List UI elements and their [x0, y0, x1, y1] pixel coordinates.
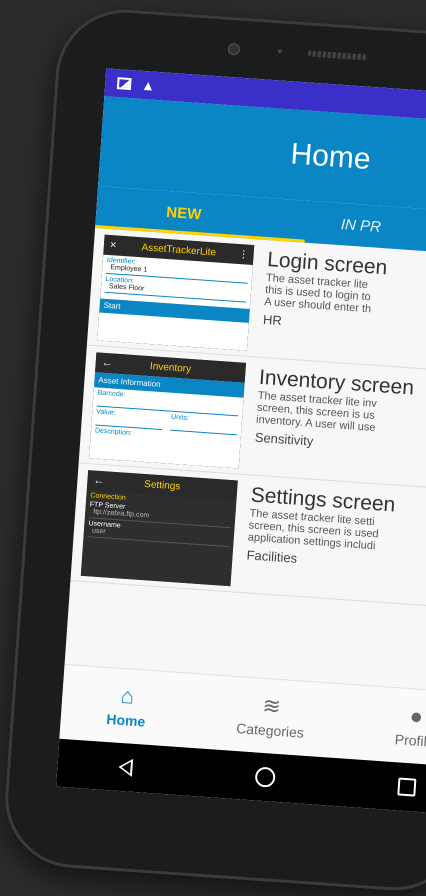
- home-button-icon[interactable]: [254, 766, 276, 788]
- home-icon: ⌂: [120, 682, 136, 709]
- thumbnail-start-button: Start: [99, 298, 250, 323]
- list-item[interactable]: ← Settings Connection FTP Server ftp://z…: [70, 463, 426, 611]
- thumbnail-body: Connection FTP Server ftp://zebra.ftp.co…: [80, 490, 237, 587]
- item-info: Inventory screen The asset tracker lite …: [238, 363, 415, 486]
- thumbnail-title: Settings: [143, 478, 181, 493]
- login-screen-thumbnail: × AssetTrackerLite ⋮ Identifier: Employe…: [97, 234, 255, 351]
- back-arrow-icon: ←: [101, 356, 114, 370]
- nav-home[interactable]: ⌂ Home: [106, 683, 148, 730]
- thumbnail-body: Asset Information Barcode: Value: Units:: [89, 372, 245, 469]
- nav-categories-label: Categories: [235, 720, 305, 741]
- thumbnail-body: Identifier: Employee 1 Location: Sales F…: [97, 254, 253, 351]
- image-notification-icon: [116, 77, 132, 91]
- nav-profile-label: Profile: [394, 731, 426, 750]
- phone-top-bezel: [208, 41, 378, 65]
- person-icon: ●: [408, 703, 424, 729]
- item-info: Login screen The asset tracker lite this…: [247, 245, 389, 365]
- item-info: Settings screen The asset tracker lite s…: [230, 481, 396, 603]
- more-vert-icon: ⋮: [238, 248, 249, 261]
- warning-icon: ▲: [140, 76, 156, 94]
- phone-frame: ▲ Home NEW IN PR × AssetTrackerLite ⋮ Id…: [0, 5, 426, 895]
- speaker-grille-icon: [307, 50, 368, 61]
- phone-screen: ▲ Home NEW IN PR × AssetTrackerLite ⋮ Id…: [56, 68, 426, 816]
- layers-icon: ≋: [261, 692, 282, 720]
- nav-home-label: Home: [105, 710, 146, 730]
- close-icon: ×: [109, 239, 117, 252]
- recents-icon[interactable]: [396, 777, 417, 797]
- back-arrow-icon: ←: [93, 474, 105, 488]
- back-icon[interactable]: [118, 757, 134, 777]
- sensor-icon: [277, 49, 282, 54]
- nav-categories[interactable]: ≋ Categories: [236, 692, 307, 741]
- screen-list: × AssetTrackerLite ⋮ Identifier: Employe…: [70, 227, 426, 611]
- page-title: Home: [289, 137, 372, 176]
- thumbnail-title: AssetTrackerLite: [141, 241, 217, 258]
- inventory-screen-thumbnail: ← Inventory Asset Information Barcode: V…: [89, 352, 247, 469]
- settings-screen-thumbnail: ← Settings Connection FTP Server ftp://z…: [80, 470, 238, 587]
- item-category: HR: [262, 311, 283, 329]
- front-camera-icon: [227, 42, 241, 56]
- nav-profile[interactable]: ● Profile: [394, 703, 426, 750]
- thumbnail-title: Inventory: [149, 360, 192, 375]
